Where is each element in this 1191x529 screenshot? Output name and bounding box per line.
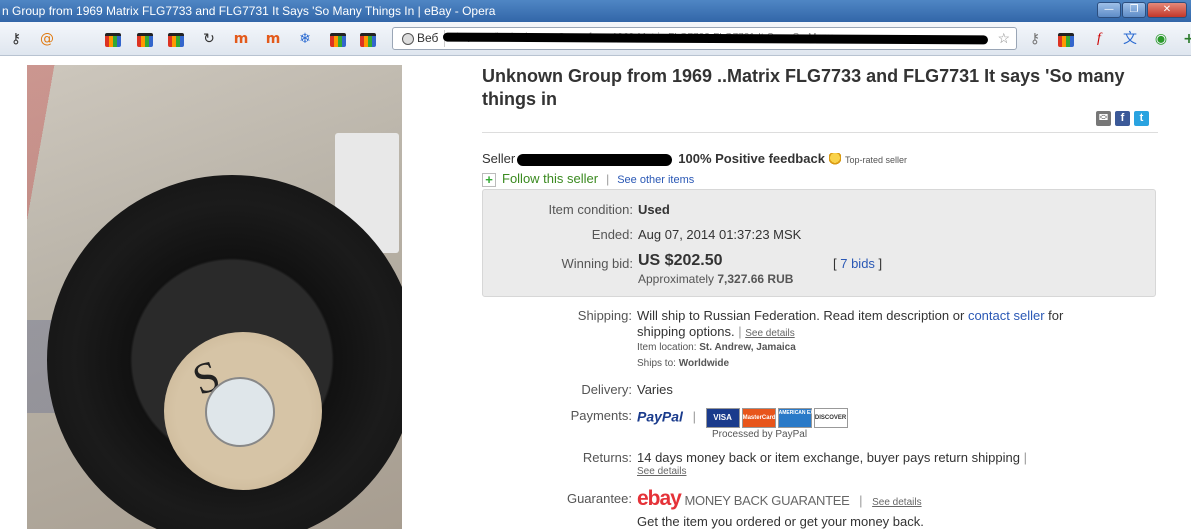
restore-button[interactable]: ❐ (1122, 2, 1146, 18)
bid-summary-box: Item condition: Used Ended: Aug 07, 2014… (482, 189, 1156, 297)
delivery-value: Varies (637, 382, 673, 397)
condition-value: Used (638, 202, 670, 217)
guarantee-label: Guarantee: (566, 491, 632, 506)
shipping-label: Shipping: (577, 308, 632, 323)
approx-price: Approximately 7,327.66 RUB (638, 272, 794, 286)
ebay-logo: ebay (637, 487, 682, 510)
site-info-button[interactable]: Веб (397, 30, 446, 47)
guarantee-value: ebay MONEY BACK GUARANTEE | See details (637, 487, 922, 510)
item-title: Unknown Group from 1969 ..Matrix FLG7733… (482, 66, 1125, 109)
globe-icon (402, 33, 414, 45)
minimize-button[interactable]: — (1097, 2, 1121, 18)
winning-bid-label: Winning bid: (561, 256, 633, 271)
window-controls: — ❐ ✕ (1097, 2, 1187, 18)
follow-row: + Follow this seller | See other items (482, 171, 694, 187)
contact-seller-link[interactable]: contact seller (968, 308, 1045, 323)
snowflake-icon[interactable]: ❄ (296, 30, 314, 48)
key-icon[interactable]: ⚷ (7, 30, 25, 48)
shopping-bag-icon[interactable] (1058, 33, 1074, 47)
twitter-share-icon[interactable]: t (1134, 111, 1149, 126)
follow-seller-link[interactable]: Follow this seller (502, 171, 598, 186)
mail-icon[interactable]: @ (38, 30, 56, 48)
plus-icon[interactable]: + (1180, 30, 1191, 48)
ended-label: Ended: (591, 227, 633, 242)
ships-to: Ships to: Worldwide (637, 358, 730, 369)
condition-label: Item condition: (548, 202, 633, 217)
returns-label: Returns: (582, 450, 632, 465)
money-back-guarantee: MONEY BACK GUARANTEE (684, 493, 850, 508)
bookmark-star-icon[interactable]: ☆ (997, 30, 1010, 47)
shopping-bag-icon[interactable] (360, 33, 376, 47)
payment-methods: PayPal | VISA MasterCard AMERICAN EXPRES… (637, 408, 848, 428)
seller-name-redacted[interactable] (517, 153, 673, 166)
window-title: n Group from 1969 Matrix FLG7733 and FLG… (2, 4, 496, 18)
seller-info: Seller 100% Positive feedback Top-rated se… (482, 151, 907, 167)
plus-icon[interactable]: + (482, 172, 496, 187)
payments-label: Payments: (570, 408, 632, 423)
visa-logo: VISA (705, 408, 740, 428)
paypal-logo: PayPal (637, 408, 683, 425)
shopping-bag-icon[interactable] (330, 33, 346, 47)
window-title-bar: n Group from 1969 Matrix FLG7733 and FLG… (0, 0, 1191, 22)
shopping-bag-icon[interactable] (105, 33, 121, 47)
m-icon[interactable]: m (232, 30, 250, 48)
translate-icon[interactable]: 文 (1121, 30, 1139, 48)
bids-count: [ 7 bids ] (833, 256, 883, 271)
listing-details: Unknown Group from 1969 ..Matrix FLG7733… (482, 65, 1182, 529)
seller-label: Seller (482, 151, 516, 166)
refresh-icon[interactable]: ↻ (200, 30, 218, 48)
facebook-share-icon[interactable]: f (1115, 111, 1130, 126)
processed-by-paypal: Processed by PayPal (712, 429, 808, 440)
delivery-label: Delivery: (581, 382, 632, 397)
shipping-options: shipping options. | See details (637, 324, 795, 339)
record-label: S (164, 332, 322, 490)
item-location: Item location: St. Andrew, Jamaica (637, 342, 796, 353)
m-icon[interactable]: m (264, 30, 282, 48)
winning-bid-value: US $202.50 (638, 252, 723, 269)
mastercard-logo: MasterCard (741, 408, 776, 428)
bids-link[interactable]: 7 bids (840, 256, 875, 271)
shopping-bag-icon[interactable] (168, 33, 184, 47)
email-share-icon[interactable]: ✉ (1096, 111, 1111, 126)
shipping-text: Will ship to Russian Federation. Read it… (637, 308, 1064, 323)
see-other-items-link[interactable]: See other items (617, 174, 694, 186)
top-rated-label: Top-rated seller (844, 155, 907, 165)
discover-logo: DISCOVER (813, 408, 848, 428)
item-photo[interactable]: S (27, 65, 402, 529)
separator: | (606, 172, 610, 186)
close-button[interactable]: ✕ (1147, 2, 1187, 18)
share-buttons: ✉ f t (1096, 111, 1149, 126)
returns-see-details-link[interactable]: See details (637, 466, 686, 477)
browser-toolbar: ⚷ @ ↻ m m ❄ Веб ebay.com/itm/Unknown-Gro… (0, 22, 1191, 56)
card-logos: VISA MasterCard AMERICAN EXPRESS DISCOVE… (705, 408, 848, 428)
see-details-link[interactable]: See details (745, 328, 794, 339)
address-bar[interactable]: Веб ebay.com/itm/Unknown-Group-from-1969… (392, 27, 1017, 50)
chrome-icon[interactable]: ◉ (1152, 30, 1170, 48)
f-icon[interactable]: f (1090, 30, 1108, 48)
returns-value: 14 days money back or item exchange, buy… (637, 450, 1028, 465)
guarantee-subtext: Get the item you ordered or get your mon… (637, 514, 924, 529)
key-icon[interactable]: ⚷ (1026, 30, 1044, 48)
divider (482, 132, 1158, 133)
top-rated-medal-icon (828, 152, 841, 167)
record-center-hole (205, 377, 275, 447)
guarantee-see-details-link[interactable]: See details (872, 497, 921, 508)
ended-value: Aug 07, 2014 01:37:23 MSK (638, 227, 802, 242)
positive-feedback[interactable]: 100% Positive feedback (678, 151, 825, 166)
shopping-bag-icon[interactable] (137, 33, 153, 47)
amex-logo: AMERICAN EXPRESS (777, 408, 831, 428)
